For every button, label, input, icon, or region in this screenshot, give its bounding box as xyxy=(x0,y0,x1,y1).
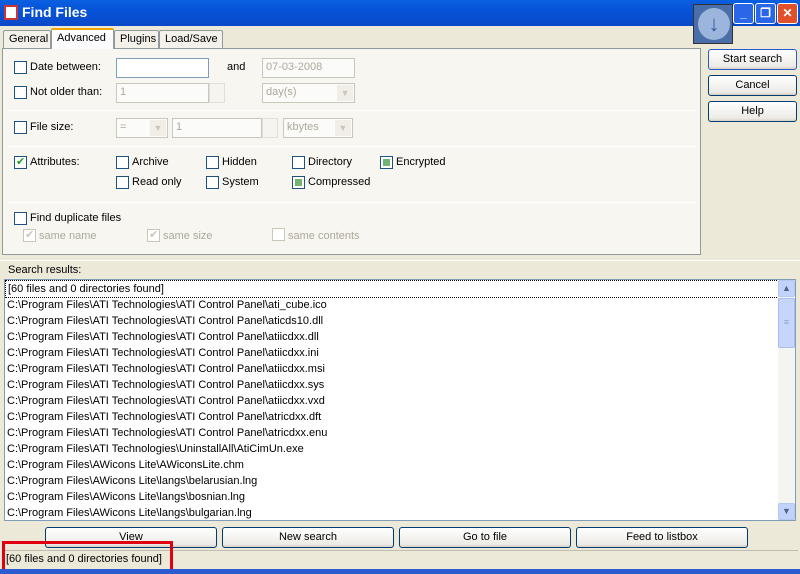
close-button[interactable]: ✕ xyxy=(777,3,798,24)
divider xyxy=(9,146,695,147)
hidden-checkbox[interactable] xyxy=(206,156,219,169)
file-size-value-input[interactable]: 1 xyxy=(172,118,262,138)
file-size-unit-value: kbytes xyxy=(287,121,319,133)
result-row[interactable]: C:\Program Files\ATI Technologies\ATI Co… xyxy=(7,313,323,329)
app-icon xyxy=(4,5,18,20)
read-only-checkbox[interactable] xyxy=(116,176,129,189)
scroll-thumb[interactable]: ≡ xyxy=(778,298,795,348)
archive-label: Archive xyxy=(132,156,169,168)
chevron-down-icon: ▼ xyxy=(150,120,166,136)
directory-label: Directory xyxy=(308,156,353,168)
same-size-label: same size xyxy=(163,230,213,242)
vertical-scrollbar[interactable]: ▲ ≡ ▼ xyxy=(778,280,795,520)
same-name-label: same name xyxy=(39,230,97,242)
divider xyxy=(9,202,695,203)
taskbar xyxy=(0,569,800,574)
not-older-spinner[interactable] xyxy=(209,83,225,103)
same-contents-checkbox[interactable] xyxy=(272,228,285,241)
tab-plugins[interactable]: Plugins xyxy=(114,30,159,48)
not-older-value-input[interactable]: 1 xyxy=(116,83,209,103)
result-row[interactable]: C:\Program Files\ATI Technologies\ATI Co… xyxy=(7,345,319,361)
directory-checkbox[interactable] xyxy=(292,156,305,169)
hidden-label: Hidden xyxy=(222,156,257,168)
result-row[interactable]: C:\Program Files\AWicons Lite\AWiconsLit… xyxy=(7,457,244,473)
go-to-file-button[interactable]: Go to file xyxy=(399,527,571,548)
result-row[interactable]: C:\Program Files\ATI Technologies\ATI Co… xyxy=(7,409,321,425)
start-search-button[interactable]: Start search xyxy=(708,49,797,70)
archive-checkbox[interactable] xyxy=(116,156,129,169)
encrypted-label: Encrypted xyxy=(396,156,446,168)
same-size-checkbox[interactable] xyxy=(147,228,160,242)
date-from-input[interactable] xyxy=(116,58,209,78)
chevron-down-icon: ▼ xyxy=(337,85,353,101)
same-name-checkbox[interactable] xyxy=(23,228,36,242)
file-size-unit-select[interactable]: kbytes ▼ xyxy=(283,118,353,138)
system-checkbox[interactable] xyxy=(206,176,219,189)
result-row[interactable]: C:\Program Files\ATI Technologies\ATI Co… xyxy=(7,377,324,393)
search-results-label: Search results: xyxy=(8,264,82,276)
tab-general[interactable]: General xyxy=(3,30,51,48)
result-row[interactable]: C:\Program Files\ATI Technologies\ATI Co… xyxy=(7,297,327,313)
compressed-label: Compressed xyxy=(308,176,371,188)
restore-button[interactable]: ❐ xyxy=(755,3,776,24)
attributes-checkbox[interactable] xyxy=(14,155,27,169)
search-results-list[interactable]: [60 files and 0 directories found] C:\Pro… xyxy=(4,279,796,521)
file-size-checkbox[interactable] xyxy=(14,121,27,134)
minimize-button[interactable]: _ xyxy=(733,3,754,24)
scroll-up-button[interactable]: ▲ xyxy=(778,280,795,297)
and-label: and xyxy=(227,61,246,73)
new-search-button[interactable]: New search xyxy=(222,527,394,548)
tab-load-save[interactable]: Load/Save xyxy=(159,30,223,48)
file-size-spinner[interactable] xyxy=(262,118,278,138)
find-duplicates-label: Find duplicate files xyxy=(30,212,122,224)
cancel-button[interactable]: Cancel xyxy=(708,75,797,96)
result-row[interactable]: C:\Program Files\AWicons Lite\langs\bosn… xyxy=(7,489,245,505)
not-older-unit-select[interactable]: day(s) ▼ xyxy=(262,83,355,103)
attributes-label: Attributes: xyxy=(30,156,80,168)
scroll-down-button[interactable]: ▼ xyxy=(778,503,795,520)
result-row[interactable]: C:\Program Files\ATI Technologies\ATI Co… xyxy=(7,425,327,441)
compressed-checkbox[interactable] xyxy=(292,176,305,189)
read-only-label: Read only xyxy=(132,176,182,188)
same-contents-label: same contents xyxy=(288,230,360,242)
result-row[interactable]: C:\Program Files\AWicons Lite\langs\bela… xyxy=(7,473,257,489)
date-to-input[interactable]: 07-03-2008 xyxy=(262,58,355,78)
system-label: System xyxy=(222,176,259,188)
not-older-unit-value: day(s) xyxy=(266,86,297,98)
download-overlay-icon[interactable]: ↓ xyxy=(693,4,733,44)
window-title: Find Files xyxy=(22,4,88,20)
divider xyxy=(9,110,695,111)
not-older-label: Not older than: xyxy=(30,86,103,98)
results-summary-row[interactable]: [60 files and 0 directories found] xyxy=(5,280,779,298)
chevron-down-icon: ▼ xyxy=(335,120,351,136)
file-size-operator-select[interactable]: = ▼ xyxy=(116,118,168,138)
result-row[interactable]: C:\Program Files\ATI Technologies\Uninst… xyxy=(7,441,304,457)
advanced-panel: Date between: and 07-03-2008 Not older t… xyxy=(2,48,701,255)
date-between-label: Date between: xyxy=(30,61,101,73)
find-duplicates-checkbox[interactable] xyxy=(14,212,27,225)
divider xyxy=(0,260,800,261)
file-size-operator-value: = xyxy=(120,121,127,133)
not-older-checkbox[interactable] xyxy=(14,86,27,99)
feed-to-listbox-button[interactable]: Feed to listbox xyxy=(576,527,748,548)
result-row[interactable]: C:\Program Files\AWicons Lite\langs\bulg… xyxy=(7,505,252,520)
result-row[interactable]: C:\Program Files\ATI Technologies\ATI Co… xyxy=(7,329,319,345)
result-row[interactable]: C:\Program Files\ATI Technologies\ATI Co… xyxy=(7,393,325,409)
date-between-checkbox[interactable] xyxy=(14,61,27,74)
encrypted-checkbox[interactable] xyxy=(380,156,393,169)
result-row[interactable]: C:\Program Files\ATI Technologies\ATI Co… xyxy=(7,361,325,377)
tab-advanced[interactable]: Advanced xyxy=(51,28,114,49)
file-size-label: File size: xyxy=(30,121,74,133)
title-bar[interactable]: Find Files _ ❐ ✕ xyxy=(0,0,800,26)
help-button[interactable]: Help xyxy=(708,101,797,122)
